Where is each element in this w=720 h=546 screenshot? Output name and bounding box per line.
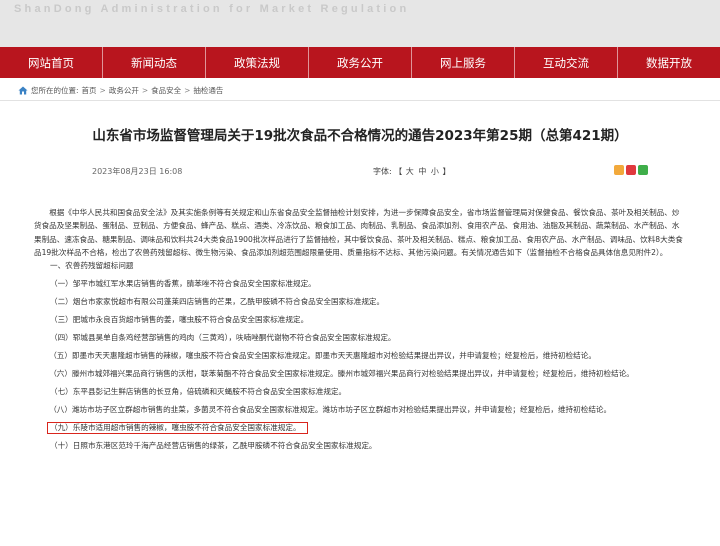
list-item: （五）即墨市天天惠隆超市销售的辣椒，噻虫胺不符合食品安全国家标准规定。即墨市天天… bbox=[49, 351, 596, 361]
article-body: 根据《中华人民共和国食品安全法》及其实施条例等有关规定和山东省食品安全监督抽检计… bbox=[34, 206, 686, 452]
font-size-small-button[interactable]: 小 bbox=[431, 167, 439, 176]
section-heading: 一、农兽药残留超标问题 bbox=[50, 261, 134, 271]
share-wechat-icon[interactable] bbox=[638, 165, 648, 175]
home-icon bbox=[18, 86, 28, 95]
font-size-large-button[interactable]: 大 bbox=[406, 167, 414, 176]
font-size-label: 字体: bbox=[373, 167, 392, 176]
nav-item-public-affairs[interactable]: 政务公开 bbox=[309, 47, 412, 78]
nav-item-open-data[interactable]: 数据开放 bbox=[618, 47, 720, 78]
breadcrumb-item-food-safety[interactable]: 食品安全 bbox=[151, 85, 181, 96]
font-size-control: 字体: 【 大 中 小 】 bbox=[373, 166, 450, 177]
nav-item-news[interactable]: 新闻动态 bbox=[103, 47, 206, 78]
breadcrumb-prefix: 您所在的位置: bbox=[31, 86, 79, 95]
nav-item-policy[interactable]: 政策法规 bbox=[206, 47, 309, 78]
main-nav: 网站首页 新闻动态 政策法规 政务公开 网上服务 互动交流 数据开放 bbox=[0, 47, 720, 78]
article-intro: 根据《中华人民共和国食品安全法》及其实施条例等有关规定和山东省食品安全监督抽检计… bbox=[34, 208, 683, 257]
breadcrumb-separator: > bbox=[184, 86, 191, 95]
site-subtitle: ShanDong Administration for Market Regul… bbox=[14, 3, 410, 15]
list-item: （七）东平县彭记生鲜店销售的长豆角，倍硫磷和灭蝇胺不符合食品安全国家标准规定。 bbox=[50, 387, 347, 397]
share-bar bbox=[614, 165, 648, 175]
list-item: （一）邹平市城红军水果店销售的香蕉，腈苯唑不符合食品安全国家标准规定。 bbox=[50, 279, 316, 289]
list-item: （四）郓城县昊单自条鸡经营部销售的鸡肉（三黄鸡），呋喃唑酮代谢物不符合食品安全国… bbox=[50, 333, 396, 343]
breadcrumb-separator: > bbox=[99, 86, 106, 95]
list-item: （八）潍坊市坊子区立群超市销售的韭菜，多菌灵不符合食品安全国家标准规定。潍坊市坊… bbox=[49, 405, 612, 415]
list-item: （三）肥城市永良百货超市销售的姜，噻虫胺不符合食品安全国家标准规定。 bbox=[50, 315, 309, 325]
highlight-box: （九）乐陵市适用超市销售的辣椒，噻虫胺不符合食品安全国家标准规定。 bbox=[47, 422, 308, 435]
breadcrumb-item-public-affairs[interactable]: 政务公开 bbox=[109, 85, 139, 96]
breadcrumb-item-home[interactable]: 首页 bbox=[82, 85, 97, 96]
divider bbox=[0, 100, 720, 101]
font-size-medium-button[interactable]: 中 bbox=[418, 167, 426, 176]
site-header: ShanDong Administration for Market Regul… bbox=[0, 0, 720, 47]
publish-date: 2023年08月23日 16:08 bbox=[92, 167, 183, 176]
list-item: （二）烟台市家家悦超市有限公司蓬莱四店销售的芒果，乙酰甲胺磷不符合食品安全国家标… bbox=[50, 297, 385, 307]
font-size-bracket-open: 【 bbox=[394, 167, 403, 176]
share-weibo-icon[interactable] bbox=[626, 165, 636, 175]
breadcrumb-item-inspection[interactable]: 抽检通告 bbox=[193, 85, 223, 96]
share-qzone-icon[interactable] bbox=[614, 165, 624, 175]
breadcrumb: 您所在的位置: 首页 > 政务公开 > 食品安全 > 抽检通告 bbox=[18, 85, 226, 96]
font-size-bracket-close: 】 bbox=[442, 167, 451, 176]
list-item: （十）日照市东港区范玲千海产品经营店销售的绿茶，乙酰甲胺磷不符合食品安全国家标准… bbox=[50, 441, 377, 451]
list-item-highlighted: （九）乐陵市适用超市销售的辣椒，噻虫胺不符合食品安全国家标准规定。 bbox=[34, 421, 686, 435]
nav-item-home[interactable]: 网站首页 bbox=[0, 47, 103, 78]
breadcrumb-separator: > bbox=[141, 86, 149, 95]
nav-item-interaction[interactable]: 互动交流 bbox=[515, 47, 618, 78]
page-title: 山东省市场监督管理局关于19批次食品不合格情况的通告2023年第25期（总第42… bbox=[92, 128, 628, 144]
nav-item-online-service[interactable]: 网上服务 bbox=[412, 47, 515, 78]
list-item: （六）滕州市城郊福兴果品商行销售的沃柑，联苯菊酯不符合食品安全国家标准规定。滕州… bbox=[49, 369, 634, 379]
